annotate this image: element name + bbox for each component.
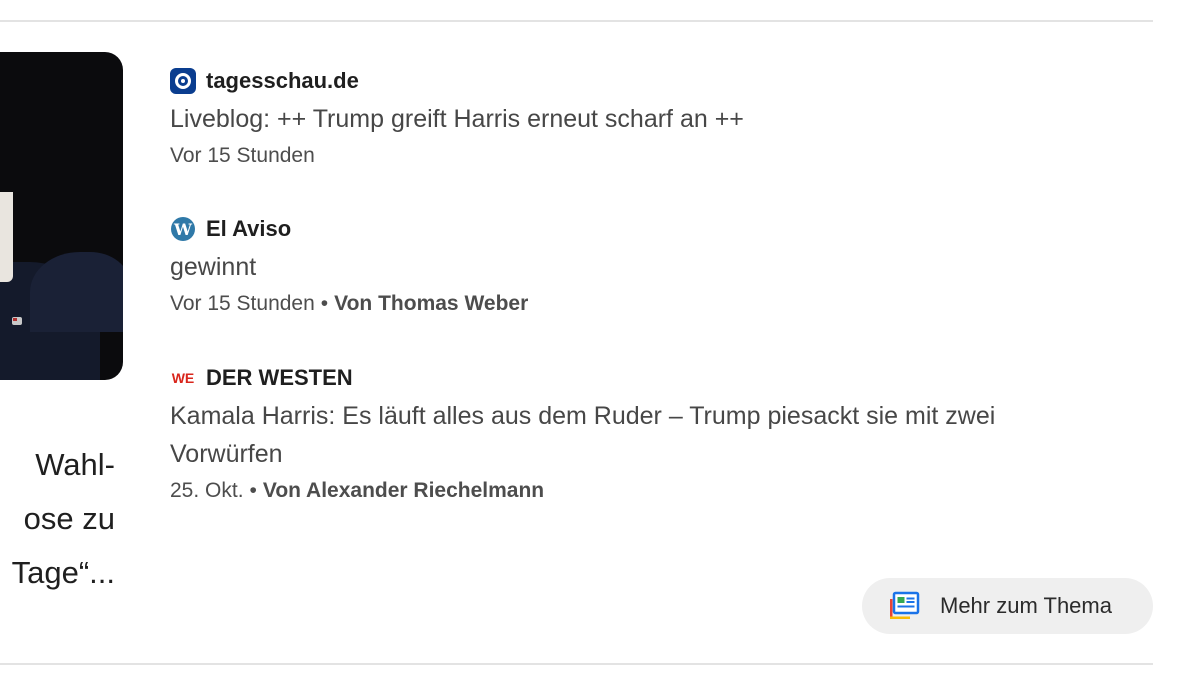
tagesschau-icon — [170, 68, 196, 94]
article-time: Vor 15 Stunden — [170, 144, 315, 167]
separator-dot: • — [249, 479, 257, 502]
article-author: Von Thomas Weber — [334, 292, 529, 315]
article-headline[interactable]: Liveblog: ++ Trump greift Harris erneut … — [170, 100, 744, 138]
article-headline[interactable]: Kamala Harris: Es läuft alles aus dem Ru… — [170, 397, 995, 473]
bottom-divider — [0, 663, 1153, 665]
source-row: tagesschau.de — [170, 68, 744, 94]
featured-title[interactable]: Wahl- ose zu Tage“... — [0, 438, 115, 600]
article-headline[interactable]: gewinnt — [170, 248, 528, 286]
der-westen-icon: WE — [171, 370, 195, 386]
article-item[interactable]: W El Aviso gewinnt Vor 15 Stunden • Von Th… — [170, 216, 528, 316]
source-row: W El Aviso — [170, 216, 528, 242]
top-divider — [0, 20, 1153, 22]
wordpress-icon: W — [170, 216, 196, 242]
news-stack-icon — [890, 591, 920, 619]
more-on-topic-button[interactable]: Mehr zum Thema — [862, 578, 1153, 634]
source-row: WE DER WESTEN — [170, 365, 995, 391]
news-topic-card: Wahl- ose zu Tage“... tagesschau.de Live… — [0, 0, 1200, 689]
featured-image[interactable] — [0, 52, 123, 380]
flag-pin — [12, 317, 22, 325]
source-name: El Aviso — [206, 216, 292, 241]
article-time: 25. Okt. — [170, 479, 244, 502]
source-name: tagesschau.de — [206, 68, 359, 93]
more-on-topic-label: Mehr zum Thema — [940, 593, 1112, 618]
article-author: Von Alexander Riechelmann — [262, 479, 545, 502]
article-time: Vor 15 Stunden — [170, 292, 315, 315]
source-name: DER WESTEN — [206, 365, 353, 390]
article-meta: 25. Okt. • Von Alexander Riechelmann — [170, 479, 995, 503]
separator-dot: • — [320, 292, 329, 315]
article-item[interactable]: tagesschau.de Liveblog: ++ Trump greift … — [170, 68, 744, 168]
article-meta: Vor 15 Stunden • Von Thomas Weber — [170, 292, 528, 316]
article-item[interactable]: WE DER WESTEN Kamala Harris: Es läuft al… — [170, 365, 995, 503]
article-meta: Vor 15 Stunden — [170, 144, 744, 168]
